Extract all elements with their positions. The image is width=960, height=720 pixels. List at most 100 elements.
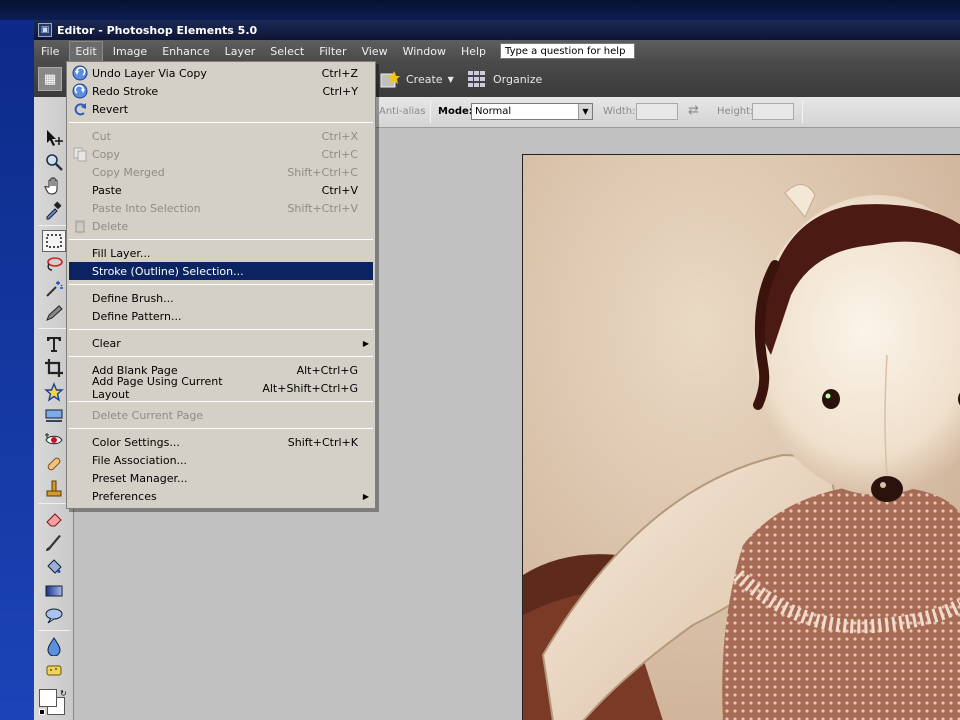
brush-tool-icon[interactable] bbox=[42, 532, 66, 554]
move-tool-icon[interactable] bbox=[42, 127, 66, 149]
menu-item-fill-layer[interactable]: Fill Layer... bbox=[69, 244, 373, 262]
foreground-color-swatch[interactable] bbox=[39, 689, 57, 707]
menu-item-copy-merged[interactable]: Copy Merged Shift+Ctrl+C bbox=[69, 163, 373, 181]
menu-item-shortcut: Alt+Ctrl+G bbox=[296, 363, 358, 377]
width-field[interactable] bbox=[636, 103, 678, 120]
color-swatches[interactable]: ↻ bbox=[39, 689, 69, 717]
menu-item-label: Add Page Using Current Layout bbox=[92, 375, 223, 401]
menu-item-label: Preset Manager... bbox=[92, 471, 188, 485]
width-label: Width: bbox=[603, 106, 636, 117]
sponge-tool-icon[interactable] bbox=[42, 659, 66, 681]
eraser-tool-icon[interactable] bbox=[42, 508, 66, 530]
menu-item-copy[interactable]: Copy Ctrl+C bbox=[69, 145, 373, 163]
menu-icon-slot bbox=[69, 307, 91, 325]
submenu-arrow-icon: ▶ bbox=[362, 338, 369, 348]
menu-icon-slot bbox=[69, 262, 91, 280]
separator-line bbox=[69, 284, 373, 285]
menu-item-delete[interactable]: Delete bbox=[69, 217, 373, 235]
magic-wand-tool-icon[interactable] bbox=[42, 278, 66, 300]
default-colors-icon[interactable] bbox=[39, 709, 45, 715]
menu-item-clear[interactable]: Clear ▶ bbox=[69, 334, 373, 352]
pencil-tool-icon[interactable] bbox=[42, 302, 66, 324]
gradient-tool-icon[interactable] bbox=[42, 580, 66, 602]
shape-tool-icon[interactable] bbox=[42, 604, 66, 626]
paint-bucket-tool-icon[interactable] bbox=[42, 556, 66, 578]
menu-item-label: Stroke (Outline) Selection... bbox=[92, 264, 244, 278]
menu-icon-slot bbox=[69, 127, 91, 145]
title-bar[interactable]: ▣ Editor - Photoshop Elements 5.0 bbox=[34, 20, 960, 40]
menu-item-shortcut: Ctrl+Y bbox=[322, 84, 358, 98]
menu-item-label: Paste Into Selection bbox=[92, 201, 201, 215]
menu-item-undo-layer-via-copy[interactable]: Undo Layer Via Copy Ctrl+Z bbox=[69, 64, 373, 82]
cookie-cutter-tool-icon[interactable] bbox=[42, 381, 66, 403]
menu-item-add-page-using-current-layout[interactable]: Add Page Using Current Layout Alt+Shift+C… bbox=[69, 375, 373, 401]
menu-item-paste[interactable]: Paste Ctrl+V bbox=[69, 181, 373, 199]
menu-item-preferences[interactable]: Preferences ▶ bbox=[69, 487, 373, 505]
menu-image[interactable]: Image bbox=[108, 42, 152, 61]
zoom-tool-icon[interactable] bbox=[42, 151, 66, 173]
organize-button[interactable]: Organize bbox=[467, 70, 542, 88]
window-title: Editor - Photoshop Elements 5.0 bbox=[57, 23, 258, 37]
menu-enhance[interactable]: Enhance bbox=[157, 42, 214, 61]
menu-item-redo-stroke[interactable]: Redo Stroke Ctrl+Y bbox=[69, 82, 373, 100]
menu-select[interactable]: Select bbox=[265, 42, 309, 61]
document-image[interactable] bbox=[522, 154, 960, 720]
type-tool-icon[interactable] bbox=[42, 333, 66, 355]
height-field[interactable] bbox=[752, 103, 794, 120]
blur-tool-icon[interactable] bbox=[42, 635, 66, 657]
photo-bin-icon[interactable]: ▦ bbox=[38, 67, 62, 91]
app-icon[interactable]: ▣ bbox=[38, 23, 52, 37]
menu-icon-slot bbox=[69, 163, 91, 181]
undo-icon bbox=[69, 64, 91, 82]
options-divider bbox=[430, 101, 431, 123]
menu-separator bbox=[69, 118, 373, 127]
separator-line bbox=[69, 239, 373, 240]
menu-item-revert[interactable]: Revert bbox=[69, 100, 373, 118]
marquee-tool-icon[interactable] bbox=[42, 230, 66, 252]
menu-item-paste-into-selection[interactable]: Paste Into Selection Shift+Ctrl+V bbox=[69, 199, 373, 217]
height-label: Height: bbox=[717, 106, 754, 117]
organize-grid-icon bbox=[467, 70, 487, 88]
mode-select[interactable]: Normal ▼ bbox=[471, 103, 593, 120]
create-button[interactable]: Create ▼ bbox=[380, 70, 454, 88]
separator-line bbox=[69, 122, 373, 123]
menu-icon-slot bbox=[69, 181, 91, 199]
clone-stamp-tool-icon[interactable] bbox=[42, 477, 66, 499]
menu-file[interactable]: File bbox=[36, 42, 64, 61]
swap-dimensions-icon[interactable]: ⇄ bbox=[688, 103, 699, 118]
menu-layer[interactable]: Layer bbox=[220, 42, 261, 61]
desktop-top-strip bbox=[0, 0, 960, 20]
menu-item-define-pattern[interactable]: Define Pattern... bbox=[69, 307, 373, 325]
swap-colors-icon[interactable]: ↻ bbox=[60, 689, 67, 698]
help-search-input[interactable]: Type a question for help bbox=[500, 43, 636, 59]
menu-view[interactable]: View bbox=[356, 42, 392, 61]
lasso-tool-icon[interactable] bbox=[42, 254, 66, 276]
chevron-down-icon[interactable]: ▼ bbox=[578, 104, 592, 119]
menu-window[interactable]: Window bbox=[398, 42, 451, 61]
menu-edit[interactable]: Edit bbox=[69, 40, 103, 62]
separator-line bbox=[69, 329, 373, 330]
hand-tool-icon[interactable] bbox=[42, 175, 66, 197]
menu-item-color-settings[interactable]: Color Settings... Shift+Ctrl+K bbox=[69, 433, 373, 451]
menu-separator bbox=[69, 352, 373, 361]
straighten-tool-icon[interactable] bbox=[42, 405, 66, 427]
healing-brush-tool-icon[interactable] bbox=[42, 453, 66, 475]
menu-item-preset-manager[interactable]: Preset Manager... bbox=[69, 469, 373, 487]
menu-icon-slot bbox=[69, 199, 91, 217]
crop-tool-icon[interactable] bbox=[42, 357, 66, 379]
submenu-arrow-icon: ▶ bbox=[362, 491, 369, 501]
menu-item-stroke-outline-selection[interactable]: Stroke (Outline) Selection... bbox=[69, 262, 373, 280]
menu-help[interactable]: Help bbox=[456, 42, 491, 61]
menu-item-label: Redo Stroke bbox=[92, 84, 159, 98]
eyedropper-tool-icon[interactable] bbox=[42, 199, 66, 221]
menu-item-label: Define Pattern... bbox=[92, 309, 182, 323]
menu-item-cut[interactable]: Cut Ctrl+X bbox=[69, 127, 373, 145]
red-eye-tool-icon[interactable] bbox=[42, 429, 66, 451]
organize-label: Organize bbox=[493, 72, 543, 86]
menu-item-label: Clear bbox=[92, 336, 121, 350]
menu-item-define-brush[interactable]: Define Brush... bbox=[69, 289, 373, 307]
menu-item-file-association[interactable]: File Association... bbox=[69, 451, 373, 469]
menu-filter[interactable]: Filter bbox=[314, 42, 351, 61]
menu-item-delete-current-page[interactable]: Delete Current Page bbox=[69, 406, 373, 424]
antialias-label[interactable]: Anti-alias bbox=[379, 106, 426, 117]
